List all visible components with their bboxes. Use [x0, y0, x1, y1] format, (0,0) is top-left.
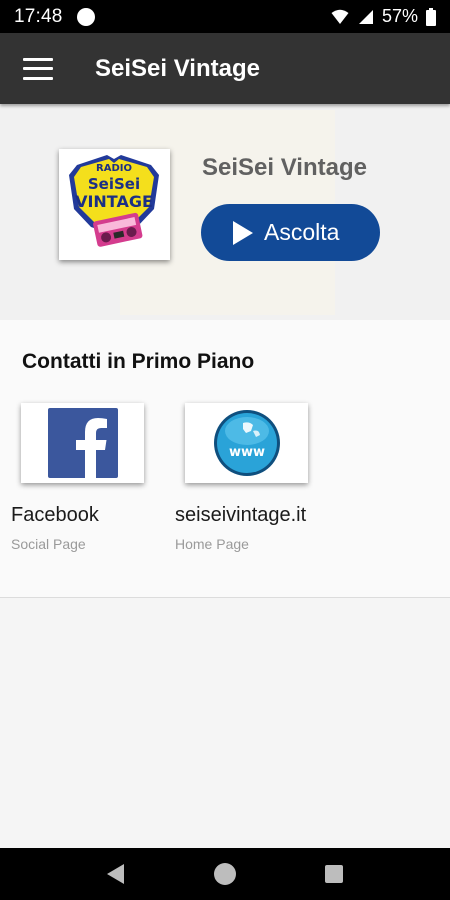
contact-name: Facebook: [11, 504, 99, 526]
station-logo: RADIO SeiSei VINTAGE: [59, 149, 170, 260]
globe-www-icon: www: [213, 410, 280, 476]
facebook-icon: [47, 408, 118, 478]
app-bar: SeiSei Vintage: [0, 33, 450, 104]
svg-text:SeiSei: SeiSei: [88, 175, 140, 193]
contact-name: seiseivintage.it: [175, 504, 307, 526]
notification-dot-icon: [76, 7, 95, 26]
svg-text:www: www: [228, 445, 264, 460]
radio-logo-icon: RADIO SeiSei VINTAGE: [59, 149, 170, 260]
website-tile[interactable]: www: [185, 403, 308, 483]
svg-text:VINTAGE: VINTAGE: [75, 192, 153, 211]
facebook-tile[interactable]: [21, 403, 144, 483]
section-title: Contatti in Primo Piano: [22, 350, 255, 373]
wifi-icon: [331, 9, 349, 24]
navigation-bar: [0, 848, 450, 900]
contacts-section: Contatti in Primo Piano Facebook Social …: [0, 320, 450, 598]
play-button-label: Ascolta: [264, 219, 340, 245]
home-icon[interactable]: [214, 863, 236, 885]
app-title: SeiSei Vintage: [95, 54, 260, 82]
signal-icon: [358, 9, 373, 24]
battery-icon: [426, 7, 436, 26]
battery-percent: 57%: [381, 6, 418, 26]
back-icon[interactable]: [107, 864, 124, 884]
contact-subtitle: Social Page: [11, 536, 86, 552]
svg-text:RADIO: RADIO: [96, 163, 132, 174]
contact-subtitle: Home Page: [175, 536, 249, 552]
play-button[interactable]: Ascolta: [201, 204, 380, 261]
play-icon: [233, 220, 253, 245]
status-time: 17:48: [14, 5, 63, 27]
station-name: SeiSei Vintage: [202, 154, 367, 181]
status-icons: 57%: [331, 6, 436, 27]
hamburger-menu-icon[interactable]: [23, 57, 53, 80]
recent-apps-icon[interactable]: [325, 865, 343, 883]
player-header: RADIO SeiSei VINTAGE SeiSei Vintage Asco…: [0, 104, 450, 320]
status-bar: 17:48 57%: [0, 0, 450, 33]
